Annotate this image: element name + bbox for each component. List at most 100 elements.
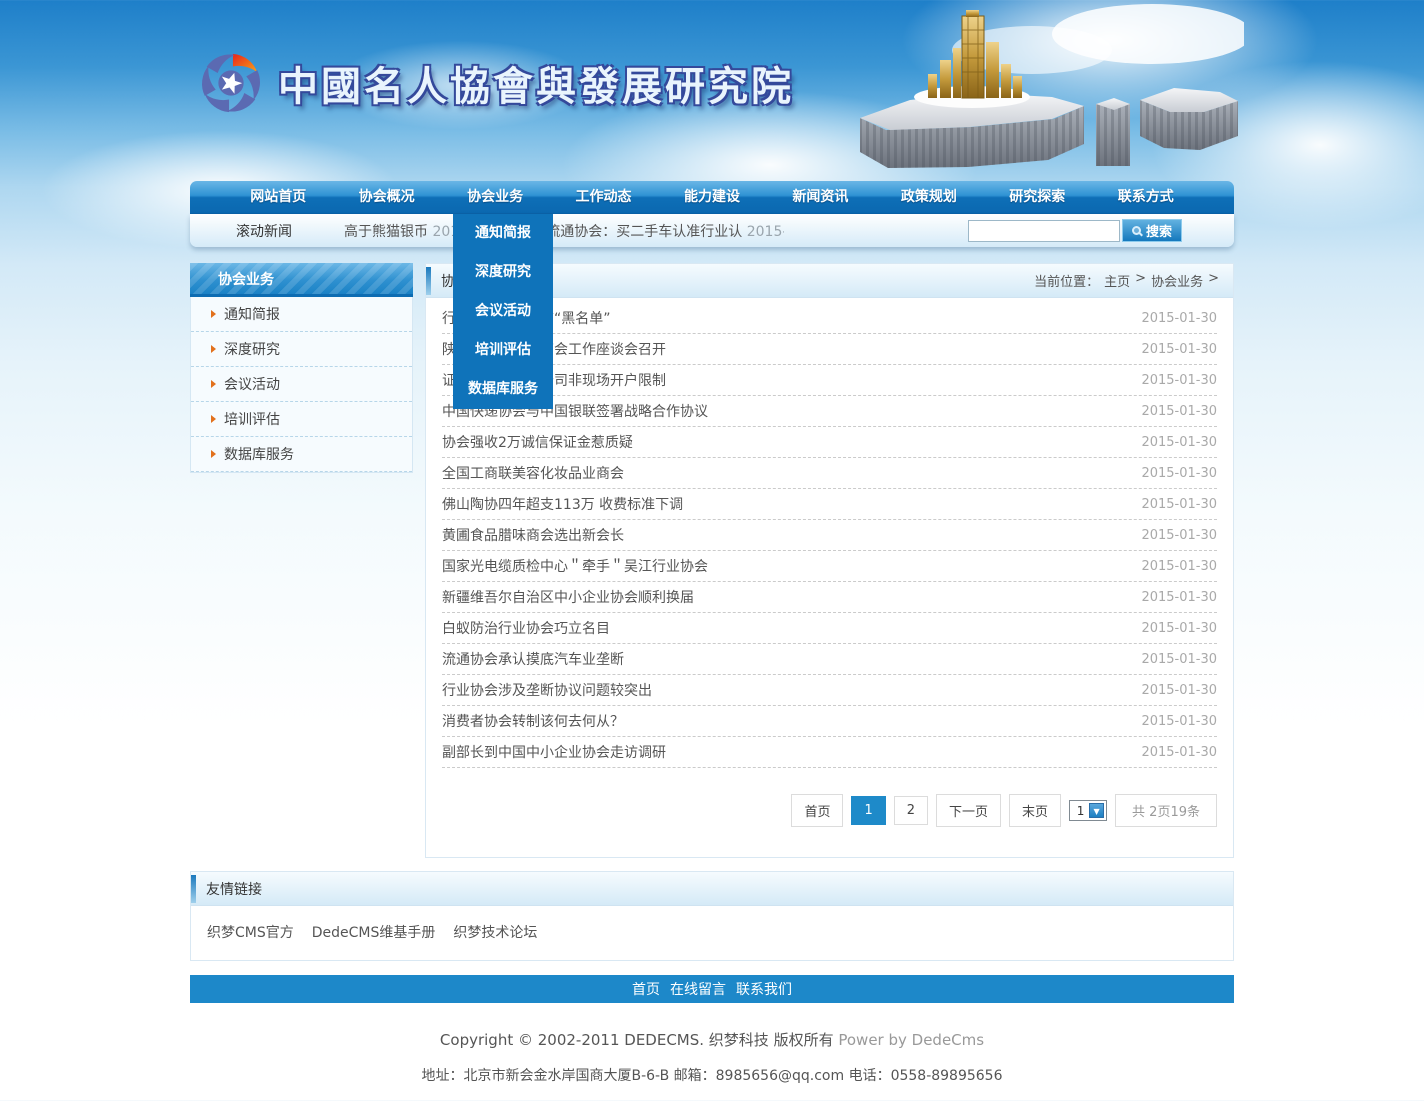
search-icon xyxy=(1132,226,1141,235)
article-row: 消费者协会转制该何去何从？ 2015-01-30 xyxy=(442,706,1217,737)
article-row: 新疆维吾尔自治区中小企业协会顺利换届2015-01-30 xyxy=(442,582,1217,613)
nav-item-news[interactable]: 新闻资讯 xyxy=(766,181,874,213)
nav-item-business[interactable]: 协会业务 xyxy=(441,181,549,213)
friend-link-dedecms-forum[interactable]: 织梦技术论坛 xyxy=(453,922,537,942)
article-row: 行业协会涉及垄断协议问题较突出 2015-01-30 xyxy=(442,675,1217,706)
article-row: 协会强收2万诚信保证金惹质疑2015-01-30 xyxy=(442,427,1217,458)
sidebar-item-label: 深度研究 xyxy=(224,339,280,359)
article-link[interactable]: 协会强收2万诚信保证金惹质疑 xyxy=(442,432,633,452)
news-ticker-bar: 滚动新闻 高于熊猫银币 2015-01-30 汽车流通协会：买二手车认准行业认 … xyxy=(190,214,1234,247)
panel-accent-bar xyxy=(426,267,431,295)
world-map-graphic xyxy=(852,0,1244,172)
sidebar-title: 协会业务 xyxy=(190,263,413,297)
article-row: 全国工商联美容化妆品业商会2015-01-30 xyxy=(442,458,1217,489)
article-date: 2015-01-30 xyxy=(1141,745,1217,760)
article-date: 2015-01-30 xyxy=(1141,342,1217,357)
nav-dropdown-business: 通知简报 深度研究 会议活动 培训评估 数据库服务 xyxy=(453,214,553,409)
pagination-first[interactable]: 首页 xyxy=(791,794,843,827)
article-link[interactable]: 新疆维吾尔自治区中小企业协会顺利换届 xyxy=(442,587,694,607)
nav-item-about[interactable]: 协会概况 xyxy=(332,181,440,213)
sidebar-item-label: 会议活动 xyxy=(224,374,280,394)
breadcrumb-separator: > xyxy=(1208,271,1219,290)
sidebar-item-meetings[interactable]: 会议活动 xyxy=(191,367,412,402)
article-date: 2015-01-30 xyxy=(1141,373,1217,388)
sidebar: 协会业务 通知简报 深度研究 会议活动 培训评估 数据库服务 xyxy=(190,263,413,473)
article-link[interactable]: 白蚁防治行业协会巧立名目 xyxy=(442,618,610,638)
article-date: 2015-01-30 xyxy=(1141,404,1217,419)
panel-accent-bar xyxy=(191,875,196,903)
breadcrumb: 当前位置： 主页 > 协会业务 > xyxy=(1034,271,1233,290)
article-link[interactable]: 副部长到中国中小企业协会走访调研 xyxy=(442,742,666,762)
nav-item-home[interactable]: 网站首页 xyxy=(224,181,332,213)
article-row: 证监会取消证券公司非现场开户限制2015-01-30 xyxy=(442,365,1217,396)
article-date: 2015-01-30 xyxy=(1141,683,1217,698)
article-date: 2015-01-30 xyxy=(1141,497,1217,512)
friend-links-panel: 友情链接 织梦CMS官方 DedeCMS维基手册 织梦技术论坛 xyxy=(190,871,1234,961)
breadcrumb-home-link[interactable]: 主页 xyxy=(1104,271,1130,290)
powered-by-text: Power by DedeCms xyxy=(838,1031,984,1049)
news-ticker: 高于熊猫银币 2015-01-30 汽车流通协会：买二手车认准行业认 2015-… xyxy=(344,221,784,241)
article-link[interactable]: 全国工商联美容化妆品业商会 xyxy=(442,463,624,483)
nav-item-policy[interactable]: 政策规划 xyxy=(875,181,983,213)
footer-link-message[interactable]: 在线留言 xyxy=(670,979,726,999)
sidebar-item-label: 培训评估 xyxy=(224,409,280,429)
dropdown-item-training[interactable]: 培训评估 xyxy=(453,331,553,370)
breadcrumb-category-link[interactable]: 协会业务 xyxy=(1151,271,1203,290)
site-header: 中國名人協會與發展研究院 xyxy=(190,0,1234,181)
nav-item-contact[interactable]: 联系方式 xyxy=(1092,181,1200,213)
article-row: 副部长到中国中小企业协会走访调研 2015-01-30 xyxy=(442,737,1217,768)
copyright-line: Copyright © 2002-2011 DEDECMS. 织梦科技 版权所有… xyxy=(190,1029,1234,1050)
pagination-page-2[interactable]: 2 xyxy=(894,796,928,825)
sidebar-item-training[interactable]: 培训评估 xyxy=(191,402,412,437)
chevron-down-icon: ▼ xyxy=(1089,803,1104,818)
dropdown-item-meetings[interactable]: 会议活动 xyxy=(453,292,553,331)
page-select[interactable]: 1 ▼ xyxy=(1069,800,1107,821)
ticker-link[interactable]: 高于熊猫银币 xyxy=(344,224,432,240)
search-button[interactable]: 搜索 xyxy=(1122,219,1182,242)
pagination-page-1[interactable]: 1 xyxy=(851,796,885,825)
article-link[interactable]: 黄圃食品腊味商会选出新会长 xyxy=(442,525,624,545)
arrow-right-icon xyxy=(211,380,216,388)
article-date: 2015-01-30 xyxy=(1141,621,1217,636)
article-row: 行业协会率先公布“黑名单”2015-01-30 xyxy=(442,303,1217,334)
article-date: 2015-01-30 xyxy=(1141,528,1217,543)
friend-link-dedecms-official[interactable]: 织梦CMS官方 xyxy=(207,922,294,942)
footer-link-home[interactable]: 首页 xyxy=(632,979,660,999)
sidebar-item-database[interactable]: 数据库服务 xyxy=(191,437,412,472)
article-link[interactable]: 行业协会涉及垄断协议问题较突出 xyxy=(442,680,652,700)
arrow-right-icon xyxy=(211,345,216,353)
dropdown-item-notices[interactable]: 通知简报 xyxy=(453,214,553,253)
article-row: 流通协会承认摸底汽车业垄断 2015-01-30 xyxy=(442,644,1217,675)
footer-link-contact[interactable]: 联系我们 xyxy=(736,979,792,999)
article-row: 中国快递协会与中国银联签署战略合作协议2015-01-30 xyxy=(442,396,1217,427)
dropdown-item-research[interactable]: 深度研究 xyxy=(453,253,553,292)
search-box: 搜索 xyxy=(968,219,1182,242)
breadcrumb-separator: > xyxy=(1135,271,1146,290)
nav-item-capacity[interactable]: 能力建设 xyxy=(658,181,766,213)
search-input[interactable] xyxy=(968,220,1120,242)
article-date: 2015-01-30 xyxy=(1141,652,1217,667)
copyright-text: Copyright © 2002-2011 DEDECMS. 织梦科技 版权所有 xyxy=(440,1031,838,1049)
article-date: 2015-01-30 xyxy=(1141,714,1217,729)
site-logo-icon xyxy=(196,48,266,118)
pagination: 首页 1 2 下一页 末页 1 ▼ 共 2页19条 xyxy=(442,794,1217,827)
article-link[interactable]: 流通协会承认摸底汽车业垄断 xyxy=(442,649,624,669)
article-row: 佛山陶协四年超支113万 收费标准下调 2015-01-30 xyxy=(442,489,1217,520)
pagination-last[interactable]: 末页 xyxy=(1009,794,1061,827)
arrow-right-icon xyxy=(211,450,216,458)
dropdown-item-database[interactable]: 数据库服务 xyxy=(453,370,553,409)
article-link[interactable]: 佛山陶协四年超支113万 收费标准下调 xyxy=(442,494,683,514)
article-row: 黄圃食品腊味商会选出新会长 2015-01-30 xyxy=(442,520,1217,551)
article-date: 2015-01-30 xyxy=(1141,559,1217,574)
nav-item-work[interactable]: 工作动态 xyxy=(549,181,657,213)
sidebar-item-notices[interactable]: 通知简报 xyxy=(191,297,412,332)
article-link[interactable]: 国家光电缆质检中心＂牵手＂吴江行业协会 xyxy=(442,556,708,576)
friend-links-title: 友情链接 xyxy=(206,879,262,899)
nav-wrapper: 网站首页 协会概况 协会业务 工作动态 能力建设 新闻资讯 政策规划 研究探索 … xyxy=(190,181,1234,247)
friend-link-dedecms-wiki[interactable]: DedeCMS维基手册 xyxy=(312,922,436,942)
page-select-value: 1 xyxy=(1072,804,1089,818)
pagination-next[interactable]: 下一页 xyxy=(936,794,1001,827)
nav-item-research[interactable]: 研究探索 xyxy=(983,181,1091,213)
article-link[interactable]: 消费者协会转制该何去何从？ xyxy=(442,711,624,731)
sidebar-item-research[interactable]: 深度研究 xyxy=(191,332,412,367)
